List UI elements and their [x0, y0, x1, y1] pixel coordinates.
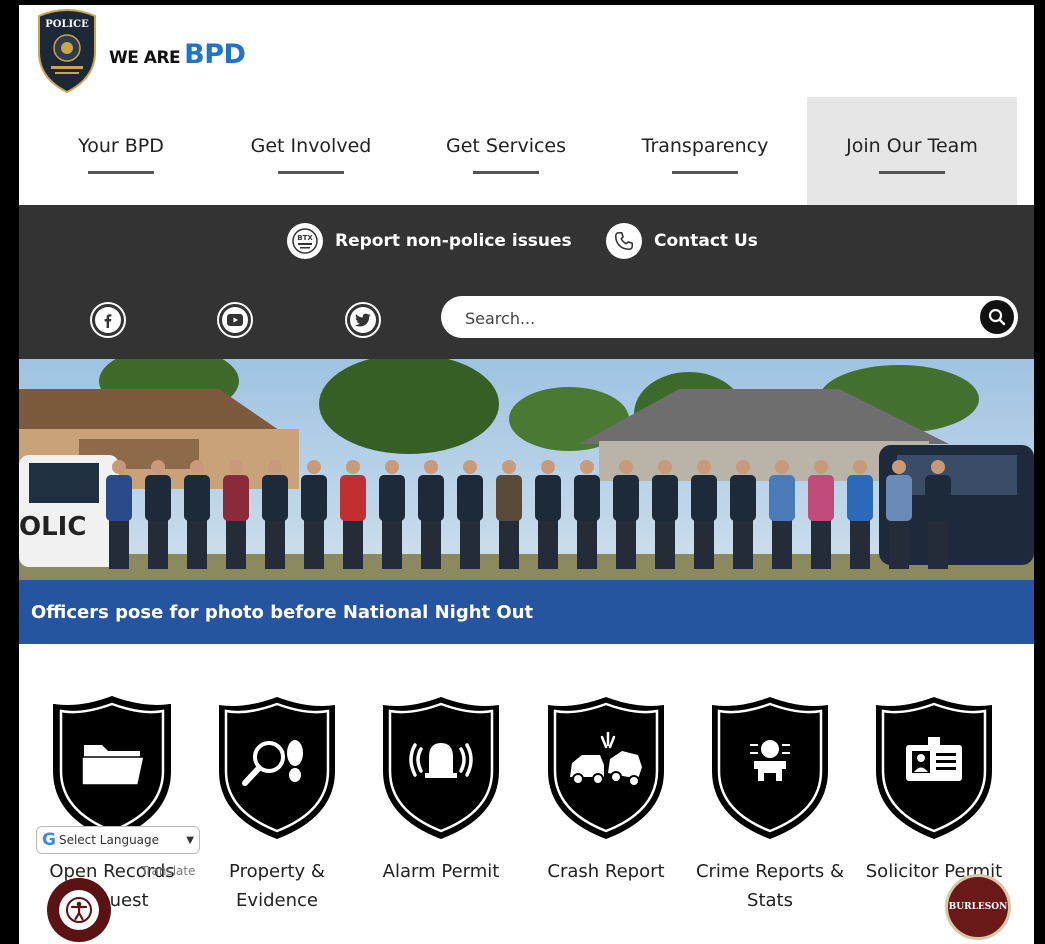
nav-underline: [473, 170, 539, 174]
utility-bar: BTX Report non-police issues Contact Us: [19, 205, 1034, 359]
search-button[interactable]: [980, 300, 1014, 334]
svg-text:BTX: BTX: [297, 234, 313, 242]
service-property-evidence[interactable]: Property & Evidence: [197, 693, 357, 915]
facebook-link[interactable]: [90, 302, 126, 338]
service-crash-report[interactable]: Crash Report: [526, 693, 686, 886]
nav-label: Transparency: [641, 134, 769, 157]
service-open-records[interactable]: Open Records Request: [32, 693, 192, 915]
seal-text: BURLESON: [948, 902, 1008, 912]
youtube-icon: [222, 307, 248, 333]
magnifier-footprint-icon: [219, 697, 335, 839]
nav-underline: [278, 170, 344, 174]
chevron-down-icon: ▼: [186, 834, 194, 846]
service-crime-reports[interactable]: Crime Reports & Stats: [690, 693, 850, 915]
report-non-police-link[interactable]: BTX Report non-police issues: [287, 223, 572, 259]
nav-label: Get Services: [445, 134, 567, 157]
google-icon: G: [42, 830, 56, 850]
nav-join-our-team[interactable]: Join Our Team: [807, 97, 1017, 205]
powered-by-translate: Translate: [141, 864, 196, 878]
search-icon: [988, 308, 1006, 326]
hero-photo: OLIC: [19, 359, 1034, 580]
police-badge-logo[interactable]: POLICE: [33, 8, 101, 94]
phone-icon: [606, 223, 642, 259]
site-brand[interactable]: WE ARE BPD: [109, 39, 246, 70]
site-header: POLICE WE ARE BPD: [19, 5, 1034, 97]
service-solicitor-permit[interactable]: Solicitor Permit: [854, 693, 1014, 886]
search-box: [441, 296, 1018, 338]
facebook-icon: [95, 307, 121, 333]
main-nav: Your BPD Get Involved Get Services Trans…: [19, 97, 1034, 205]
service-label: Crime Reports & Stats: [695, 861, 845, 911]
nav-transparency[interactable]: Transparency: [619, 97, 791, 205]
brand-prefix: WE ARE: [109, 48, 181, 68]
btx-icon: BTX: [287, 223, 323, 259]
youtube-link[interactable]: [217, 302, 253, 338]
nav-underline: [879, 170, 945, 174]
badge-text: POLICE: [45, 19, 89, 30]
alarm-bell-icon: [383, 697, 499, 839]
nav-get-involved[interactable]: Get Involved: [227, 97, 395, 205]
contact-label: Contact Us: [654, 231, 758, 251]
search-input[interactable]: [463, 305, 967, 331]
hero-caption: Officers pose for photo before National …: [31, 602, 534, 623]
language-select[interactable]: G Select Language ▼: [36, 826, 200, 854]
nav-label: Your BPD: [78, 134, 164, 157]
service-label: Alarm Permit: [382, 861, 500, 882]
brand-name: BPD: [184, 39, 246, 70]
service-alarm-permit[interactable]: Alarm Permit: [361, 693, 521, 886]
nav-label: Get Involved: [250, 134, 372, 157]
car-crash-icon: [548, 697, 664, 839]
id-card-icon: [876, 697, 992, 839]
report-label: Report non-police issues: [335, 231, 572, 251]
page: POLICE WE ARE BPD Your BPD Get Involved G…: [19, 5, 1034, 944]
hero-caption-bar: Officers pose for photo before National …: [19, 580, 1034, 644]
service-label: Property & Evidence: [229, 861, 325, 911]
twitter-link[interactable]: [345, 302, 381, 338]
crime-stats-icon: [712, 697, 828, 839]
twitter-icon: [350, 307, 376, 333]
language-select-label: Select Language: [58, 833, 160, 847]
nav-underline: [88, 170, 154, 174]
nav-underline: [672, 170, 738, 174]
nav-get-services[interactable]: Get Services: [423, 97, 589, 205]
svg-text:OLIC: OLIC: [19, 512, 86, 542]
accessibility-icon: [59, 890, 99, 930]
accessibility-button[interactable]: [47, 878, 111, 942]
burleson-seal[interactable]: BURLESON: [945, 874, 1011, 940]
service-label: Crash Report: [547, 861, 665, 882]
nav-your-bpd[interactable]: Your BPD: [55, 97, 187, 205]
nav-label: Join Our Team: [846, 134, 978, 157]
folder-icon: [53, 695, 171, 841]
contact-us-link[interactable]: Contact Us: [606, 223, 758, 259]
